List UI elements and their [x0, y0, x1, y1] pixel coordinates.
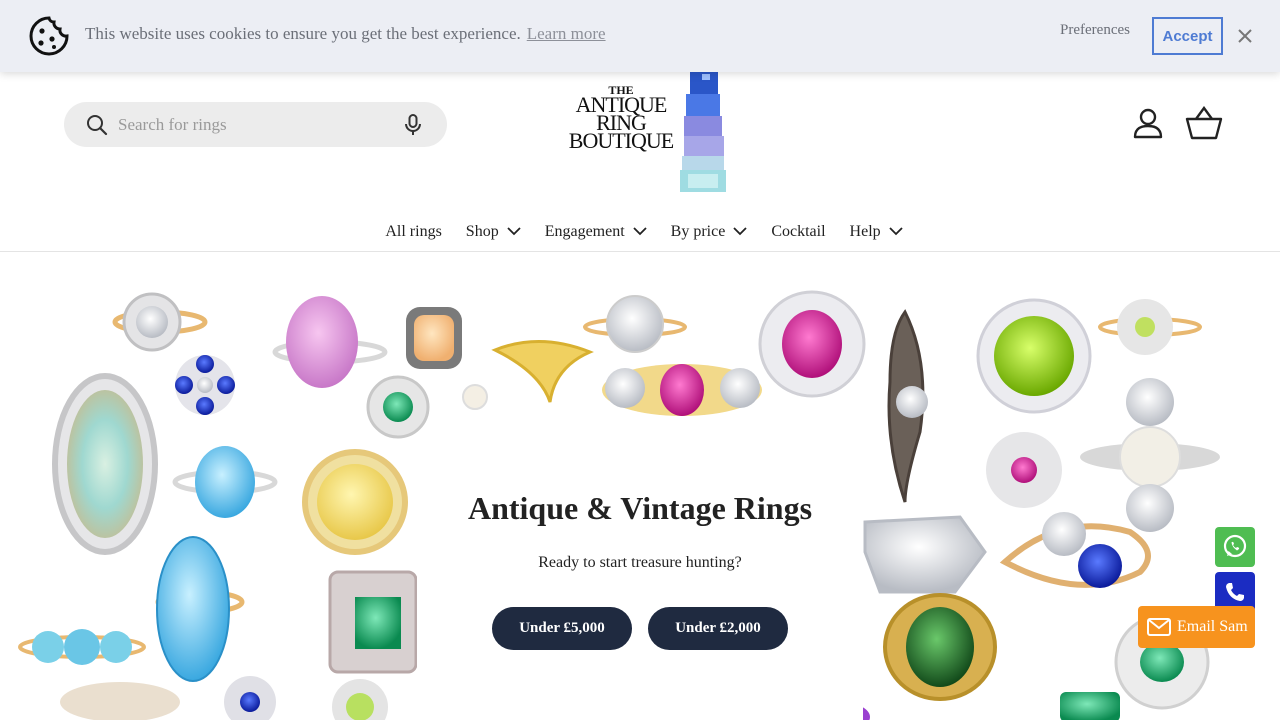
nav-item-label: Help: [849, 222, 881, 240]
chevron-down-icon: [633, 227, 647, 236]
under-5000-button[interactable]: Under £5,000: [492, 607, 632, 650]
hero-section: Antique & Vintage Rings Ready to start t…: [0, 252, 1280, 720]
under-2000-button[interactable]: Under £2,000: [648, 607, 788, 650]
logo-line: BOUTIQUE: [568, 128, 674, 153]
whatsapp-button[interactable]: [1215, 527, 1255, 567]
email-sam-button[interactable]: Email Sam: [1138, 606, 1255, 648]
hero-content-panel: [417, 447, 863, 720]
chevron-down-icon: [733, 227, 747, 236]
nav-item-label: By price: [670, 222, 726, 240]
nav-item-all-rings[interactable]: All rings: [385, 223, 441, 241]
cookie-message: This website uses cookies to ensure you …: [85, 24, 606, 44]
learn-more-link[interactable]: Learn more: [527, 24, 606, 43]
nav-item-label: All rings: [385, 222, 442, 240]
hero-subtitle: Ready to start treasure hunting?: [538, 554, 742, 571]
nav-item-cocktail[interactable]: Cocktail: [771, 223, 825, 241]
nav-item-shop[interactable]: Shop: [466, 223, 521, 241]
envelope-icon: [1147, 618, 1171, 636]
chevron-down-icon: [507, 227, 521, 236]
close-icon[interactable]: [1234, 25, 1256, 47]
microphone-icon[interactable]: [402, 113, 424, 137]
logo-text: THE ANTIQUE RING BOUTIQUE: [565, 84, 677, 153]
whatsapp-icon: [1223, 534, 1247, 558]
nav-item-label: Shop: [465, 222, 499, 240]
chevron-down-icon: [889, 227, 903, 236]
site-logo[interactable]: THE ANTIQUE RING BOUTIQUE: [565, 72, 735, 194]
nav-item-by-price[interactable]: By price: [671, 223, 748, 241]
search-input[interactable]: [118, 102, 398, 147]
accept-button[interactable]: Accept: [1152, 17, 1223, 55]
cookie-banner: This website uses cookies to ensure you …: [0, 0, 1280, 72]
main-nav: All rings Shop Engagement By price Cockt…: [0, 212, 1280, 252]
hero-title: Antique & Vintage Rings: [467, 490, 813, 526]
preferences-button[interactable]: Preferences: [1040, 22, 1150, 39]
basket-icon[interactable]: [1185, 106, 1223, 140]
cookie-icon: [29, 16, 69, 56]
ring-box-stack-image: [680, 72, 726, 192]
nav-item-help[interactable]: Help: [850, 223, 903, 241]
cookie-message-text: This website uses cookies to ensure you …: [85, 24, 521, 43]
search-icon[interactable]: [86, 114, 108, 136]
nav-item-engagement[interactable]: Engagement: [545, 223, 647, 241]
search-bar: [64, 102, 447, 147]
nav-item-label: Engagement: [544, 222, 625, 240]
email-sam-label: Email Sam: [1177, 618, 1248, 635]
nav-item-label: Cocktail: [771, 222, 826, 240]
account-icon[interactable]: [1131, 106, 1165, 140]
